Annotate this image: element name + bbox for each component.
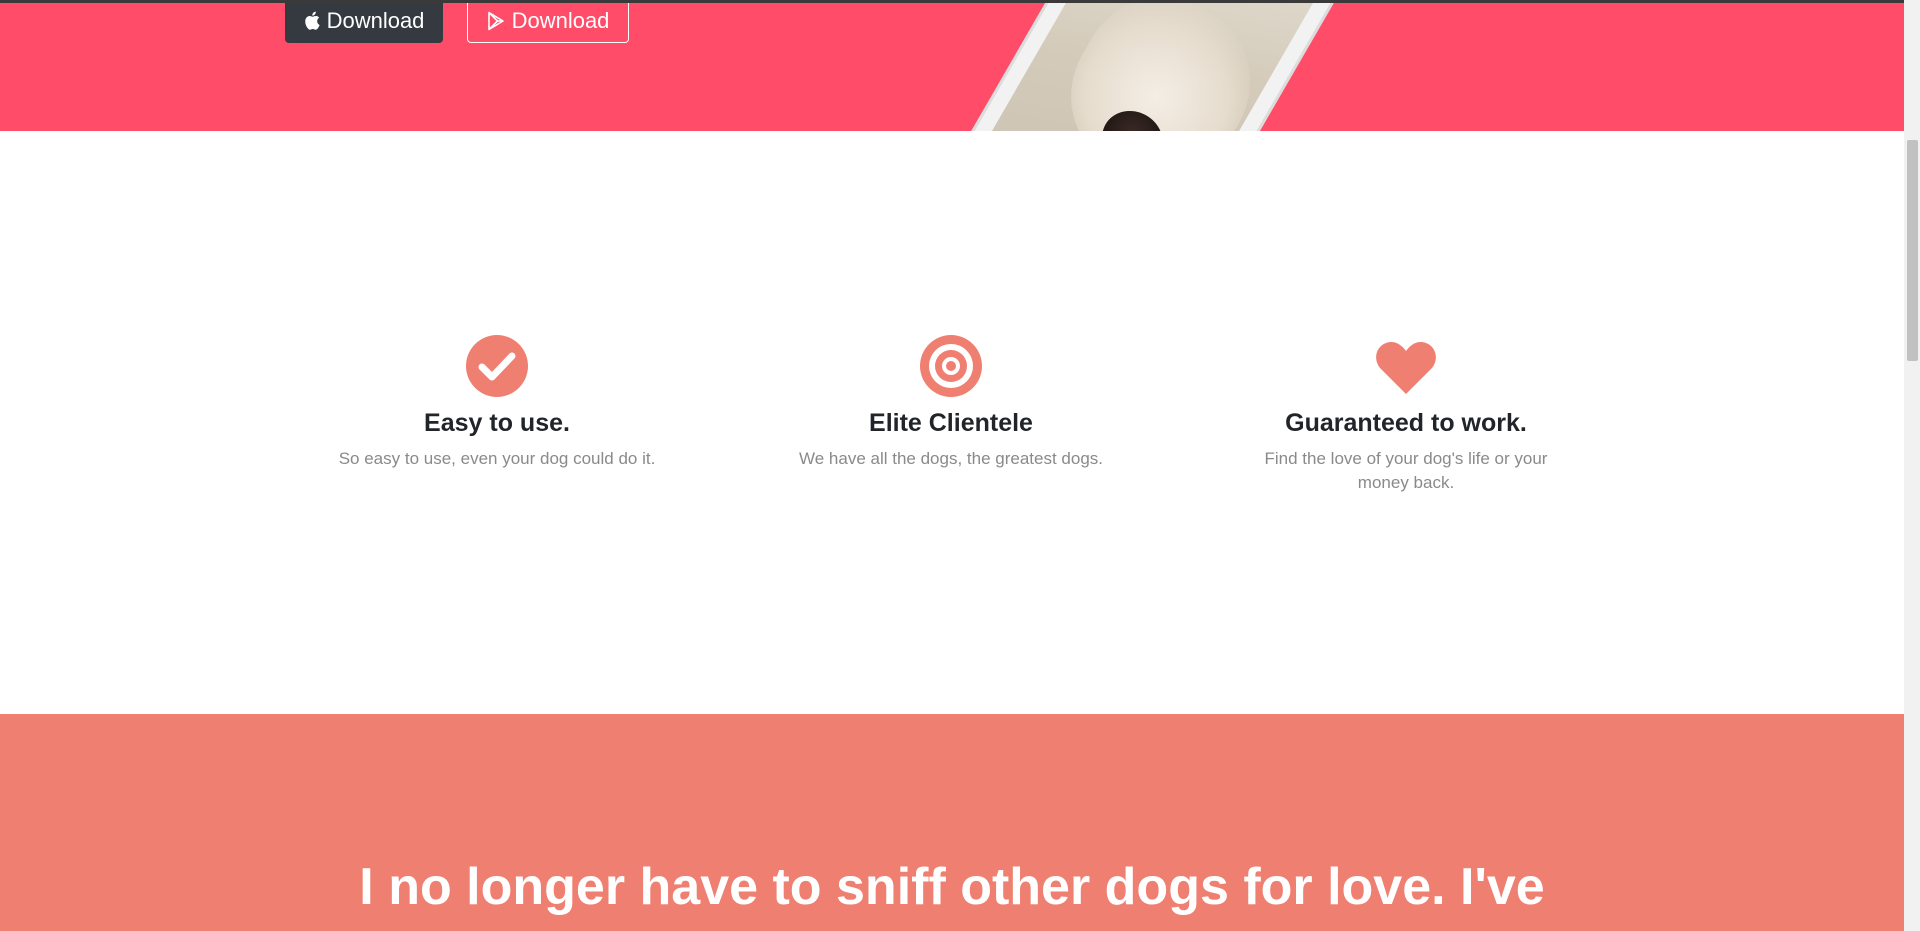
feature-title: Easy to use.	[424, 409, 570, 437]
apple-download-button[interactable]: Download	[285, 0, 443, 43]
feature-description: So easy to use, even your dog could do i…	[338, 449, 656, 468]
heart-icon	[1374, 334, 1438, 398]
page: Download Download Easy to use. So easy t…	[0, 0, 1904, 931]
feature-description: We have all the dogs, the greatest dogs.	[799, 449, 1103, 468]
google-play-download-button[interactable]: Download	[467, 0, 629, 43]
browser-top-edge	[0, 0, 1904, 3]
apple-icon	[304, 11, 320, 30]
google-play-icon	[487, 11, 505, 31]
testimonial-section: I no longer have to sniff other dogs for…	[0, 714, 1904, 931]
vertical-scrollbar[interactable]	[1904, 0, 1920, 931]
apple-download-label: Download	[326, 7, 425, 33]
google-play-download-label: Download	[511, 7, 610, 33]
scrollbar-thumb[interactable]	[1907, 140, 1918, 361]
check-circle-icon	[465, 334, 529, 398]
bullseye-icon	[919, 334, 983, 398]
feature-title: Elite Clientele	[869, 409, 1033, 437]
feature-description: Find the love of your dog's life or your…	[1264, 449, 1548, 492]
feature-easy-to-use: Easy to use. So easy to use, even your d…	[327, 334, 667, 471]
feature-elite-clientele: Elite Clientele We have all the dogs, th…	[781, 334, 1121, 471]
phone-mockup	[936, 0, 1354, 131]
feature-title: Guaranteed to work.	[1285, 409, 1527, 437]
testimonial-quote: I no longer have to sniff other dogs for…	[359, 858, 1545, 916]
feature-guaranteed: Guaranteed to work. Find the love of you…	[1236, 334, 1576, 495]
hero-section: Download Download	[0, 0, 1904, 131]
features-section: Easy to use. So easy to use, even your d…	[0, 131, 1904, 714]
dog-photo	[972, 0, 1318, 131]
